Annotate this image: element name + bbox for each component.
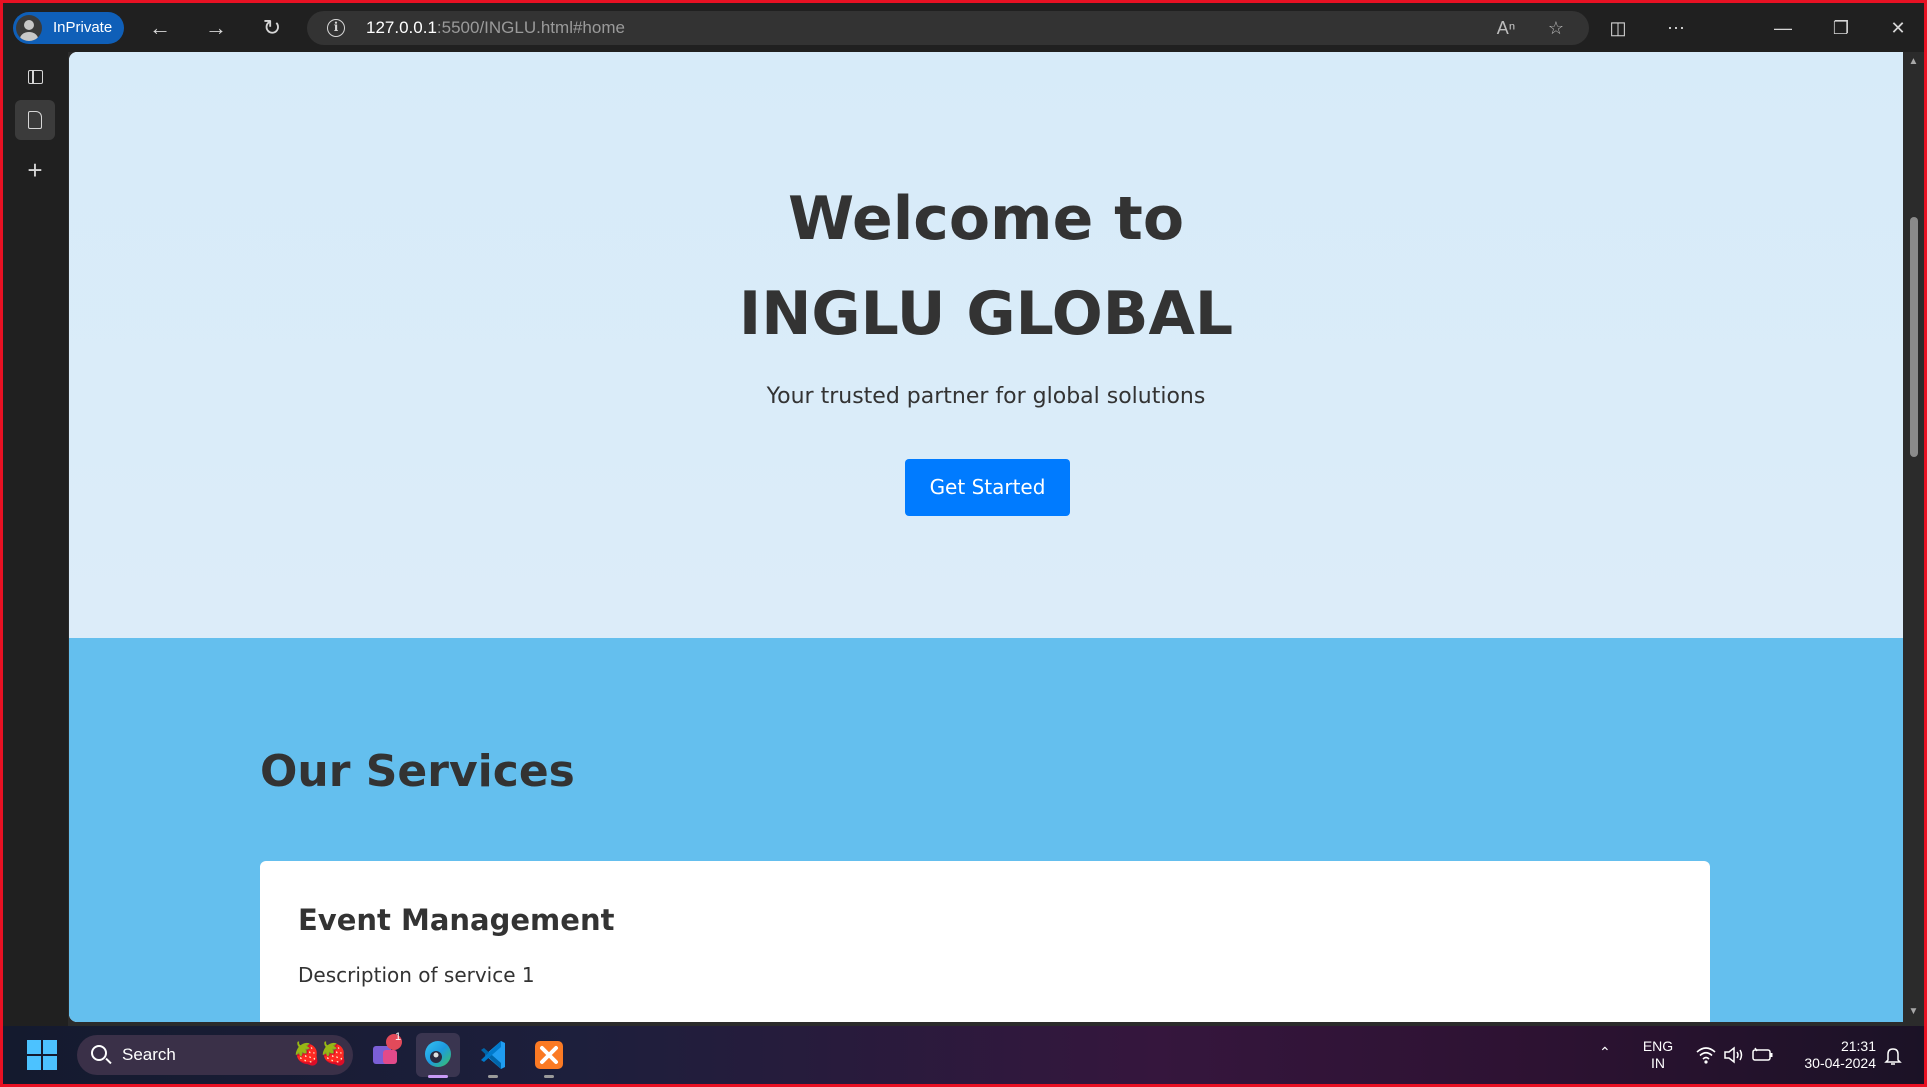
input-language-indicator[interactable]: ENG IN [1641,1038,1675,1072]
back-button[interactable]: ← [142,12,178,44]
taskbar-search[interactable]: Search 🍓🍓 [77,1035,353,1075]
scroll-up-arrow-icon[interactable]: ▲ [1903,54,1924,70]
read-aloud-icon[interactable]: Aⁿ [1493,16,1519,40]
page-icon [28,111,42,129]
hero-title: Welcome to INGLU GLOBAL [738,184,1234,349]
more-options-icon[interactable]: ⋯ [1656,12,1696,44]
minimize-button[interactable]: — [1763,12,1803,44]
address-bar[interactable]: i 127.0.0.1:5500/INGLU.html#home Aⁿ ☆ [307,11,1589,45]
volume-icon[interactable] [1723,1045,1745,1065]
favorite-star-icon[interactable]: ☆ [1543,16,1569,40]
wifi-icon[interactable] [1695,1045,1717,1065]
scroll-down-arrow-icon[interactable]: ▼ [1903,1004,1924,1020]
region-code: IN [1651,1055,1665,1071]
windows-logo-icon [27,1040,41,1054]
profile-avatar-icon [16,15,42,41]
notification-count-badge: 1 [394,1031,402,1043]
windows-taskbar: Search 🍓🍓 1 ⌃ ENG IN 21:31 30-04-2024 [3,1026,1924,1084]
vertical-tabs-sidebar: + [3,52,68,1026]
page-viewport: Welcome to INGLU GLOBAL Your trusted par… [69,52,1903,1022]
windows-logo-icon [43,1040,57,1054]
services-section: Our Services Event Management Descriptio… [69,638,1903,1022]
url-host: 127.0.0.1 [366,18,437,37]
clock-time: 21:31 [1840,1038,1876,1054]
site-info-icon[interactable]: i [327,19,345,37]
vscode-icon [481,1041,505,1069]
hero-subtitle: Your trusted partner for global solution… [766,384,1206,409]
tab-current-page[interactable] [15,100,55,140]
notifications-bell-icon[interactable] [1883,1046,1903,1066]
running-app-indicator [544,1075,554,1078]
language-code: ENG [1642,1038,1674,1054]
hero-section: Welcome to INGLU GLOBAL Your trusted par… [69,52,1903,638]
search-icon [91,1045,107,1061]
strawberry-icon: 🍓🍓 [293,1041,348,1066]
url-path: :5500/INGLU.html#home [436,18,625,37]
show-hidden-icons-chevron-icon[interactable]: ⌃ [1599,1044,1611,1061]
windows-logo-icon [43,1056,57,1070]
page-scrollbar[interactable]: ▲ ▼ [1903,52,1924,1022]
running-app-indicator [488,1075,498,1078]
restore-button[interactable]: ❐ [1821,12,1861,44]
forward-button[interactable]: → [198,12,234,44]
clock-date: 30-04-2024 [1804,1055,1876,1071]
services-title: Our Services [260,746,575,797]
service-card-title: Event Management [298,903,615,937]
vscode-app-button[interactable] [471,1033,515,1078]
browser-toolbar: InPrivate ← → ↻ i 127.0.0.1:5500/INGLU.h… [3,3,1924,52]
inprivate-profile-button[interactable]: InPrivate [13,12,125,44]
tab-actions-icon [28,70,43,84]
xampp-app-button[interactable] [527,1033,571,1078]
windows-logo-icon [27,1056,41,1070]
split-screen-icon[interactable]: ◫ [1598,12,1638,44]
inprivate-label: InPrivate [53,19,113,36]
refresh-button[interactable]: ↻ [254,12,290,44]
edge-icon [425,1041,451,1067]
close-button[interactable]: ✕ [1878,12,1918,44]
service-card-description: Description of service 1 [298,963,535,987]
new-tab-button[interactable]: + [15,150,55,190]
url-text[interactable]: 127.0.0.1:5500/INGLU.html#home [366,11,625,45]
teams-app-button[interactable]: 1 [363,1031,407,1077]
tab-actions-button[interactable] [15,57,55,97]
battery-icon[interactable] [1751,1046,1775,1064]
edge-app-button[interactable] [416,1033,460,1078]
get-started-button[interactable]: Get Started [905,459,1070,516]
system-clock[interactable]: 21:31 30-04-2024 [1786,1038,1876,1072]
windows-start-button[interactable] [27,1040,59,1072]
service-card: Event Management Description of service … [260,861,1710,1022]
browser-window: InPrivate ← → ↻ i 127.0.0.1:5500/INGLU.h… [3,3,1924,1084]
search-label: Search [122,1045,176,1064]
scroll-thumb[interactable] [1910,217,1918,457]
active-app-indicator [428,1075,448,1078]
xampp-icon [535,1041,563,1069]
